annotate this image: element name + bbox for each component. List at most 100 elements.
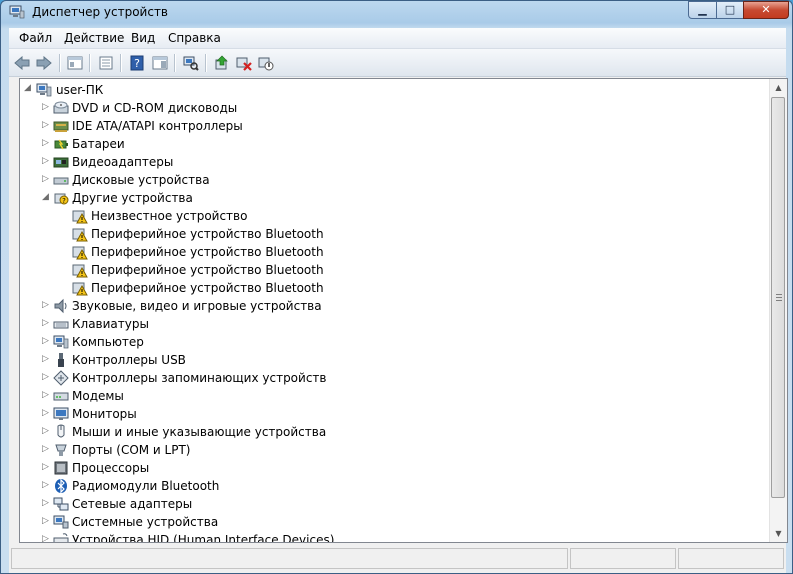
tree-item-label: Видеоадаптеры xyxy=(72,155,174,169)
expand-arrow-icon[interactable]: ▷ xyxy=(41,372,50,382)
expand-arrow-icon[interactable]: ▷ xyxy=(41,426,50,436)
warning-device-icon xyxy=(72,282,88,296)
tree-category-item[interactable]: ▷ Мыши и иные указывающие устройства xyxy=(20,423,770,441)
tree-category-item[interactable]: ▷ Контроллеры USB xyxy=(20,351,770,369)
minimize-button[interactable]: ▁ xyxy=(688,1,717,19)
tree-item-label: Другие устройства xyxy=(72,191,193,205)
tree-item-label: Процессоры xyxy=(72,461,150,475)
display-adapter-icon xyxy=(53,157,69,168)
battery-icon xyxy=(54,139,68,150)
menu-bar: Файл Действие Вид Справка xyxy=(9,28,786,49)
forward-button[interactable] xyxy=(35,54,53,72)
tree-child-item[interactable]: Неизвестное устройство xyxy=(20,207,770,225)
back-icon xyxy=(14,56,30,70)
tree-category-item[interactable]: ▷ Клавиатуры xyxy=(20,315,770,333)
maximize-button[interactable]: □ xyxy=(716,1,744,19)
properties-button[interactable] xyxy=(97,54,115,72)
menu-help[interactable]: Справка xyxy=(168,31,221,45)
collapse-arrow-icon[interactable]: ◢ xyxy=(41,192,50,202)
menu-action[interactable]: Действие xyxy=(64,31,124,45)
tree-item-label: Периферийное устройство Bluetooth xyxy=(91,263,324,277)
tree-category-item[interactable]: ▷ Контроллеры запоминающих устройств xyxy=(20,369,770,387)
scroll-up-arrow-icon[interactable]: ▲ xyxy=(770,79,787,96)
status-bar xyxy=(9,544,786,573)
expand-arrow-icon[interactable]: ▷ xyxy=(41,390,50,400)
show-hide-tree-button[interactable] xyxy=(66,54,84,72)
vertical-scrollbar[interactable]: ▲ ▼ xyxy=(769,79,787,542)
expand-arrow-icon[interactable]: ▷ xyxy=(41,444,50,454)
toolbar: ? xyxy=(9,49,786,77)
expand-arrow-icon[interactable]: ▷ xyxy=(41,120,50,130)
tree-item-label: Периферийное устройство Bluetooth xyxy=(91,281,324,295)
expand-arrow-icon[interactable]: ▷ xyxy=(41,408,50,418)
scan-hardware-button[interactable] xyxy=(182,54,200,72)
warning-device-icon xyxy=(72,264,88,278)
tree-category-item[interactable]: ▷ Модемы xyxy=(20,387,770,405)
expand-arrow-icon[interactable]: ▷ xyxy=(41,318,50,328)
scroll-down-arrow-icon[interactable]: ▼ xyxy=(770,525,787,542)
expand-arrow-icon[interactable]: ▷ xyxy=(41,300,50,310)
update-driver-button[interactable] xyxy=(213,54,231,72)
tree-child-item[interactable]: Периферийное устройство Bluetooth xyxy=(20,261,770,279)
close-button[interactable]: ✕ xyxy=(743,1,789,19)
expand-arrow-icon[interactable]: ▷ xyxy=(41,516,50,526)
tree-category-item[interactable]: ▷ DVD и CD-ROM дисководы xyxy=(20,99,770,117)
tree-category-item[interactable]: ▷ Мониторы xyxy=(20,405,770,423)
tree-category-item[interactable]: ▷ Порты (COM и LPT) xyxy=(20,441,770,459)
tree-category-item[interactable]: ◢? Другие устройства xyxy=(20,189,770,207)
tree-root[interactable]: ◢ user-ПК xyxy=(20,81,770,99)
tree-item-label: IDE ATA/ATAPI контроллеры xyxy=(72,119,243,133)
tree-category-item[interactable]: ▷ Батареи xyxy=(20,135,770,153)
tree-category-item[interactable]: ▷ Дисковые устройства xyxy=(20,171,770,189)
dvd-drive-icon xyxy=(53,101,69,114)
expand-arrow-icon[interactable]: ▷ xyxy=(41,336,50,346)
expand-arrow-icon[interactable]: ▷ xyxy=(41,156,50,166)
processor-icon xyxy=(54,461,68,475)
tree-item-label: Модемы xyxy=(72,389,124,403)
warning-device-icon xyxy=(72,210,88,224)
keyboard-icon xyxy=(53,321,69,329)
action-pane-button[interactable] xyxy=(151,54,169,72)
device-manager-icon xyxy=(9,5,25,19)
expand-arrow-icon[interactable]: ▷ xyxy=(41,480,50,490)
tree-item-label: DVD и CD-ROM дисководы xyxy=(72,101,238,115)
menu-view[interactable]: Вид xyxy=(131,31,155,45)
menu-file[interactable]: Файл xyxy=(19,31,52,45)
tree-child-item[interactable]: Периферийное устройство Bluetooth xyxy=(20,279,770,297)
tree-category-item[interactable]: ▷ Радиомодули Bluetooth xyxy=(20,477,770,495)
expand-arrow-icon[interactable]: ▷ xyxy=(41,498,50,508)
device-tree[interactable]: ◢ user-ПК ▷ DVD и CD-ROM дисководы ▷ IDE AT… xyxy=(19,78,788,543)
expand-arrow-icon[interactable]: ▷ xyxy=(41,462,50,472)
expand-arrow-icon[interactable]: ▷ xyxy=(41,174,50,184)
tree-category-item[interactable]: ▷ Процессоры xyxy=(20,459,770,477)
tree-category-item[interactable]: ▷ Сетевые адаптеры xyxy=(20,495,770,513)
tree-category-item[interactable]: ▷ Устройства HID (Human Interface Devices… xyxy=(20,531,770,543)
back-button[interactable] xyxy=(13,54,31,72)
tree-child-item[interactable]: Периферийное устройство Bluetooth xyxy=(20,243,770,261)
tree-category-item[interactable]: ▷ Системные устройства xyxy=(20,513,770,531)
tree-child-item[interactable]: Периферийное устройство Bluetooth xyxy=(20,225,770,243)
tree-category-item[interactable]: ▷ Звуковые, видео и игровые устройства xyxy=(20,297,770,315)
tree-category-item[interactable]: ▷ Видеоадаптеры xyxy=(20,153,770,171)
title-bar[interactable]: Диспетчер устройств ▁ □ ✕ xyxy=(1,1,792,24)
scrollbar-grip-icon xyxy=(776,294,782,302)
expand-arrow-icon[interactable]: ▷ xyxy=(41,138,50,148)
toolbar-separator xyxy=(89,54,91,72)
help-icon: ? xyxy=(130,55,144,71)
expand-arrow-icon[interactable]: ▷ xyxy=(41,102,50,112)
expand-arrow-icon[interactable]: ▷ xyxy=(41,354,50,364)
tree-category-item[interactable]: ▷ Компьютер xyxy=(20,333,770,351)
collapse-arrow-icon[interactable]: ◢ xyxy=(23,83,32,93)
status-cell-3 xyxy=(678,548,784,569)
scrollbar-thumb[interactable] xyxy=(771,97,785,498)
disable-button[interactable] xyxy=(257,54,275,72)
uninstall-button[interactable] xyxy=(235,54,253,72)
tree-item-label: Устройства HID (Human Interface Devices) xyxy=(72,533,335,543)
tree-item-label: Порты (COM и LPT) xyxy=(72,443,191,457)
help-button[interactable]: ? xyxy=(128,54,146,72)
bluetooth-icon xyxy=(55,478,67,494)
tree-category-item[interactable]: ▷ IDE ATA/ATAPI контроллеры xyxy=(20,117,770,135)
expand-arrow-icon[interactable]: ▷ xyxy=(41,534,50,542)
action-pane-icon xyxy=(152,56,168,70)
modem-icon xyxy=(53,392,69,401)
